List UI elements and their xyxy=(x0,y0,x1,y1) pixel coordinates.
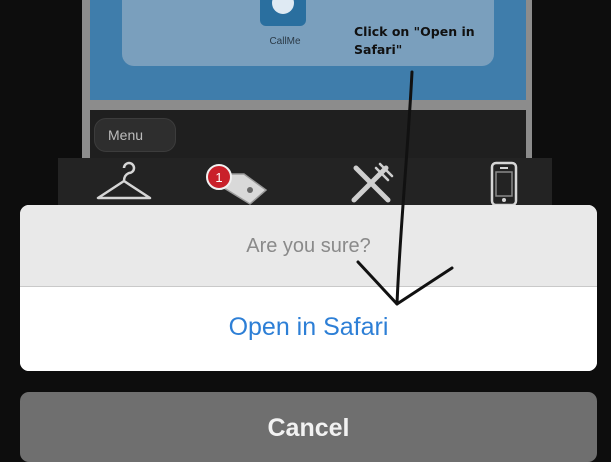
action-sheet: Are you sure? Open in Safari xyxy=(20,205,597,371)
action-sheet-title: Are you sure? xyxy=(20,205,597,287)
callme-icon[interactable] xyxy=(260,0,306,26)
phone-icon[interactable] xyxy=(488,160,520,208)
tutorial-annotation: Click on "Open in Safari" xyxy=(354,24,475,57)
cancel-button[interactable]: Cancel xyxy=(20,392,597,462)
notification-badge: 1 xyxy=(206,164,232,190)
menu-button[interactable]: Menu xyxy=(94,118,176,152)
fork-knife-icon[interactable] xyxy=(346,160,398,206)
hanger-icon[interactable] xyxy=(92,160,156,204)
open-in-safari-button[interactable]: Open in Safari xyxy=(20,287,597,371)
callme-label: CallMe xyxy=(269,36,301,47)
notification-count: 1 xyxy=(215,170,222,185)
